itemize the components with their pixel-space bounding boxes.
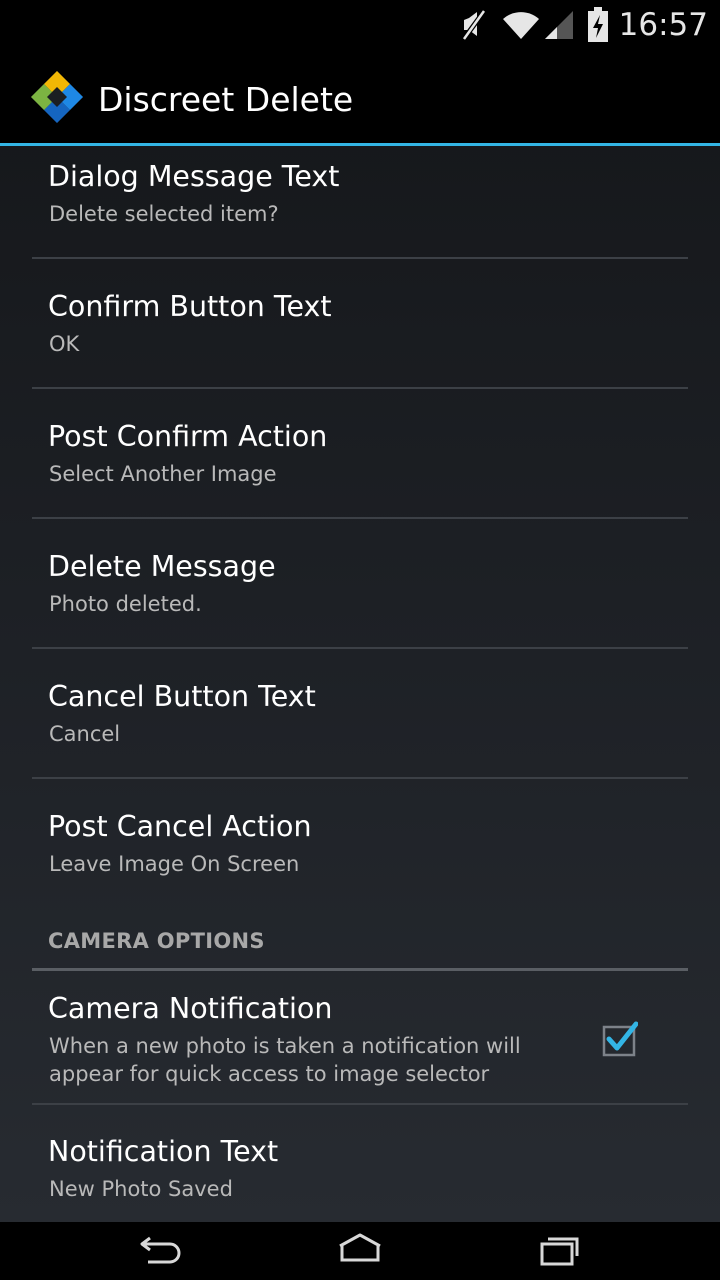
pref-post-cancel-action[interactable]: Post Cancel Action Leave Image On Screen [0,779,720,907]
pref-title: Delete Message [48,550,276,583]
navigation-bar [0,1222,720,1280]
app-logo-icon[interactable] [30,70,84,124]
checkbox-checked-icon[interactable] [602,1021,638,1057]
pref-title: Confirm Button Text [48,290,332,323]
pref-title: Dialog Message Text [48,160,340,193]
mute-icon [460,8,487,42]
signal-icon [544,11,573,39]
pref-summary: When a new photo is taken a notification… [49,1034,521,1086]
pref-summary: Photo deleted. [49,592,202,616]
pref-title: Post Confirm Action [48,420,328,453]
back-icon[interactable] [136,1230,184,1270]
pref-confirm-button-text[interactable]: Confirm Button Text OK [0,259,720,387]
pref-notification-text[interactable]: Notification Text New Photo Saved [0,1105,720,1222]
battery-charging-icon [587,7,608,42]
wifi-icon [502,12,539,39]
app-title: Discreet Delete [98,80,354,119]
pref-summary: New Photo Saved [49,1177,233,1201]
pref-summary: Leave Image On Screen [49,852,300,876]
pref-summary: Select Another Image [49,462,277,486]
pref-title: Cancel Button Text [48,680,316,713]
action-bar: Discreet Delete [0,50,720,143]
status-bar: 16:57 [0,0,720,50]
pref-summary: Delete selected item? [49,202,279,226]
pref-title: Post Cancel Action [48,810,312,843]
status-icons: 16:57 [460,0,708,50]
pref-camera-notification[interactable]: Camera Notification When a new photo is … [0,971,720,1103]
pref-cancel-button-text[interactable]: Cancel Button Text Cancel [0,649,720,777]
screen: 16:57 Discreet Delete Dialog Message Tex… [0,0,720,1280]
pref-title: Camera Notification [48,992,333,1025]
pref-dialog-message-text[interactable]: Dialog Message Text Delete selected item… [0,146,720,258]
pref-post-confirm-action[interactable]: Post Confirm Action Select Another Image [0,389,720,517]
category-camera-options: CAMERA OPTIONS [48,929,265,953]
home-icon[interactable] [336,1230,384,1270]
status-time: 16:57 [618,7,708,43]
pref-delete-message[interactable]: Delete Message Photo deleted. [0,519,720,647]
pref-title: Notification Text [48,1135,279,1168]
pref-summary: OK [49,332,80,356]
recent-apps-icon[interactable] [536,1230,584,1270]
pref-summary: Cancel [49,722,121,746]
